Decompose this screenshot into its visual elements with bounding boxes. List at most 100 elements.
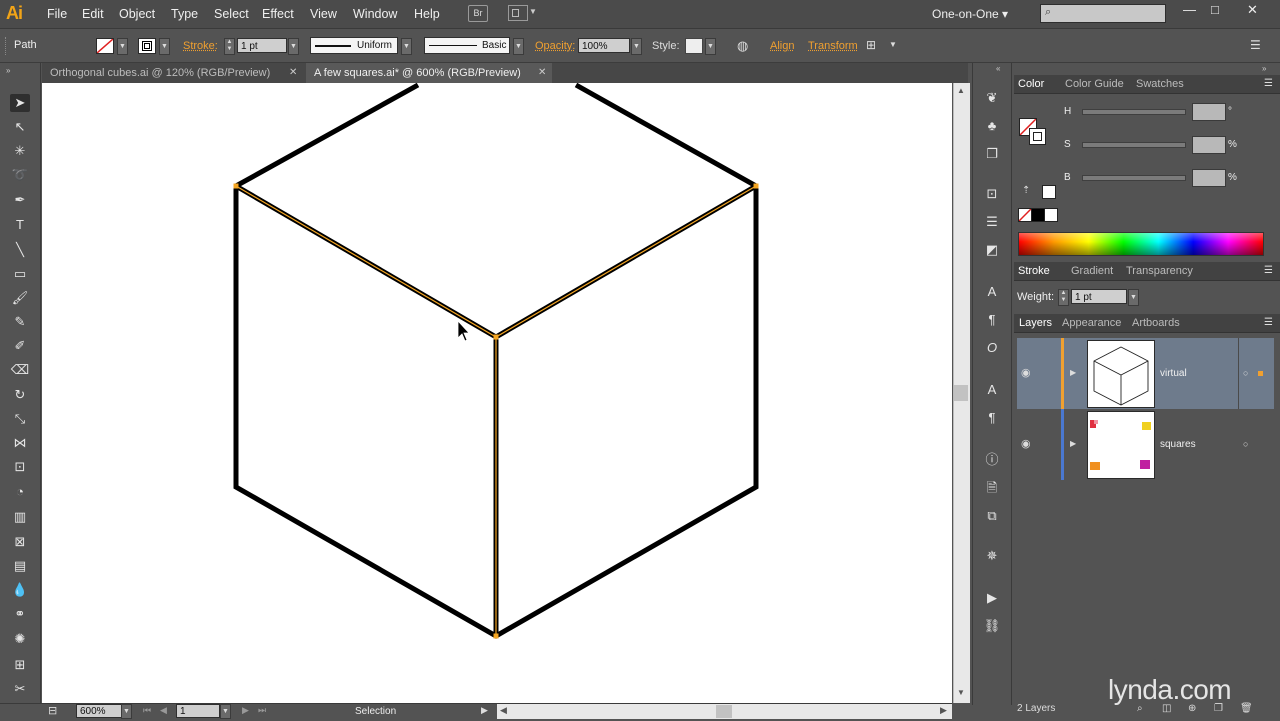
tab-a-few-squares[interactable]: A few squares.ai* @ 600% (RGB/Preview) ✕ (306, 63, 552, 83)
weight-field[interactable]: 1 pt (1071, 289, 1127, 304)
rectangle-tool-icon[interactable]: ▭ (10, 265, 30, 283)
graphic-styles-panel-icon[interactable]: ❐ (983, 146, 1001, 162)
artboard-number-field[interactable]: 1 (176, 704, 220, 718)
stroke-label[interactable]: Stroke: (183, 40, 218, 52)
arrange-documents-icon[interactable] (508, 5, 528, 21)
fit-icon[interactable]: ⊟ (48, 704, 57, 717)
scroll-right-icon[interactable]: ▶ (940, 705, 947, 716)
layer-row-squares[interactable]: ◉ ▶ squares ○ (1017, 409, 1274, 480)
search-input[interactable] (1040, 4, 1166, 23)
lasso-tool-icon[interactable]: ➰ (10, 166, 30, 184)
workspace-switcher[interactable]: One-on-One ▾ (932, 7, 1008, 21)
paragraph-styles-panel-icon[interactable]: ¶ (983, 410, 1001, 426)
scale-tool-icon[interactable]: ⤡ (10, 410, 30, 428)
blend-tool-icon[interactable]: ⚭ (10, 605, 30, 623)
menu-effect[interactable]: Effect (262, 7, 294, 21)
collapse-panels-icon[interactable]: » (1262, 64, 1266, 73)
eraser-tool-icon[interactable]: ⌫ (10, 361, 30, 379)
cube-top-edges[interactable] (234, 183, 758, 340)
menu-edit[interactable]: Edit (82, 7, 104, 21)
document-info-panel-icon[interactable]: 🗎 (983, 480, 1001, 496)
scroll-left-icon[interactable]: ◀ (500, 705, 507, 716)
pencil-tool-icon[interactable]: ✎ (10, 313, 30, 331)
expand-arrow-icon[interactable]: ▶ (1070, 368, 1076, 377)
brushes-panel-icon[interactable]: ❦ (983, 90, 1001, 106)
hue-field[interactable] (1192, 103, 1226, 121)
menu-view[interactable]: View (310, 7, 337, 21)
last-artboard-icon[interactable]: ⏭ (258, 705, 266, 716)
horizontal-scroll-thumb[interactable] (716, 705, 732, 718)
locate-object-icon[interactable]: ⌕ (1137, 703, 1143, 714)
clipping-mask-icon[interactable]: ◫ (1162, 703, 1171, 714)
fill-swatch[interactable] (96, 38, 114, 54)
actions-panel-icon[interactable]: ▶ (983, 590, 1001, 606)
menu-type[interactable]: Type (171, 7, 198, 21)
align-link[interactable]: Align (770, 40, 794, 52)
paragraph-panel-icon[interactable]: ¶ (983, 312, 1001, 328)
tab-layers[interactable]: Layers (1019, 314, 1052, 332)
direct-selection-tool-icon[interactable]: ↖ (10, 118, 30, 136)
info-panel-icon[interactable]: ⓘ (983, 452, 1001, 468)
anchor-point[interactable] (753, 183, 759, 189)
character-styles-panel-icon[interactable]: A (983, 382, 1001, 398)
width-tool-icon[interactable]: ⋈ (10, 434, 30, 452)
tab-color[interactable]: Color (1018, 75, 1044, 93)
chevron-down-icon[interactable]: ▼ (889, 40, 897, 49)
menu-file[interactable]: File (47, 7, 67, 21)
target-icon[interactable]: ○ (1243, 439, 1248, 449)
artboard-canvas[interactable] (42, 83, 952, 703)
trash-icon[interactable]: 🗑 (1240, 703, 1253, 714)
scroll-down-icon[interactable]: ▼ (957, 688, 965, 697)
pathfinder-panel-icon[interactable]: ◩ (983, 242, 1001, 258)
saturation-slider[interactable] (1082, 142, 1186, 148)
black-swatch[interactable] (1031, 208, 1045, 222)
opentype-panel-icon[interactable]: O (983, 340, 1001, 356)
rotate-tool-icon[interactable]: ↻ (10, 386, 30, 404)
color-spectrum[interactable] (1018, 232, 1264, 256)
none-color-swatch[interactable] (1018, 208, 1032, 222)
pen-tool-icon[interactable]: ✒ (10, 191, 30, 209)
weight-dropdown[interactable]: ▼ (1128, 289, 1139, 306)
opacity-label[interactable]: Opacity: (535, 40, 575, 52)
tab-appearance[interactable]: Appearance (1062, 314, 1121, 332)
tab-color-guide[interactable]: Color Guide (1065, 75, 1124, 93)
menu-object[interactable]: Object (119, 7, 155, 21)
line-tool-icon[interactable]: ╲ (10, 241, 30, 259)
white-swatch[interactable] (1044, 208, 1058, 222)
graph-tool-icon[interactable]: ▥ (10, 508, 30, 526)
style-dropdown[interactable]: ▼ (705, 38, 716, 55)
close-icon[interactable]: ✕ (538, 63, 546, 83)
layer-row-virtual[interactable]: ◉ ▶ virtual ○ (1017, 338, 1274, 409)
transform-link[interactable]: Transform (808, 40, 858, 52)
attributes-panel-icon[interactable]: ⧉ (983, 508, 1001, 524)
tab-gradient[interactable]: Gradient (1071, 262, 1113, 280)
layer-name[interactable]: virtual (1160, 368, 1187, 379)
stroke-color-swatch[interactable] (1029, 128, 1046, 145)
fill-dropdown[interactable]: ▼ (117, 38, 128, 55)
status-menu-icon[interactable]: ▶ (481, 705, 488, 716)
stroke-profile-dropdown[interactable]: ▼ (401, 38, 412, 55)
hue-slider[interactable] (1082, 109, 1186, 115)
anchor-point[interactable] (233, 183, 239, 189)
eye-icon[interactable]: ◉ (1021, 366, 1031, 379)
opacity-dropdown[interactable]: ▼ (631, 38, 642, 55)
graphic-style-swatch[interactable] (685, 38, 703, 54)
stroke-weight-dropdown[interactable]: ▼ (288, 38, 299, 55)
brightness-slider[interactable] (1082, 175, 1186, 181)
chevron-down-icon[interactable]: ▼ (529, 7, 537, 16)
selection-tool-icon[interactable]: ➤ (10, 94, 30, 112)
stroke-weight-field[interactable]: 1 pt (237, 38, 287, 53)
weight-stepper[interactable]: ▲ ▼ (1058, 289, 1069, 306)
links-panel-icon[interactable]: ⛓ (983, 618, 1001, 634)
next-artboard-icon[interactable]: ▶ (242, 705, 249, 716)
anchor-point[interactable] (493, 633, 499, 639)
stroke-profile-select[interactable]: Uniform (310, 37, 398, 54)
transform-panel-icon[interactable]: ⊡ (983, 186, 1001, 202)
anchor-point[interactable] (493, 334, 499, 340)
align-panel-icon[interactable]: ☰ (983, 214, 1001, 230)
shape-builder-tool-icon[interactable]: ◔ (10, 483, 30, 501)
type-tool-icon[interactable]: T (10, 216, 30, 234)
previous-artboard-icon[interactable]: ◀ (160, 705, 167, 716)
expand-arrow-icon[interactable]: ▶ (1070, 439, 1076, 448)
close-button[interactable]: ✕ (1247, 2, 1258, 18)
